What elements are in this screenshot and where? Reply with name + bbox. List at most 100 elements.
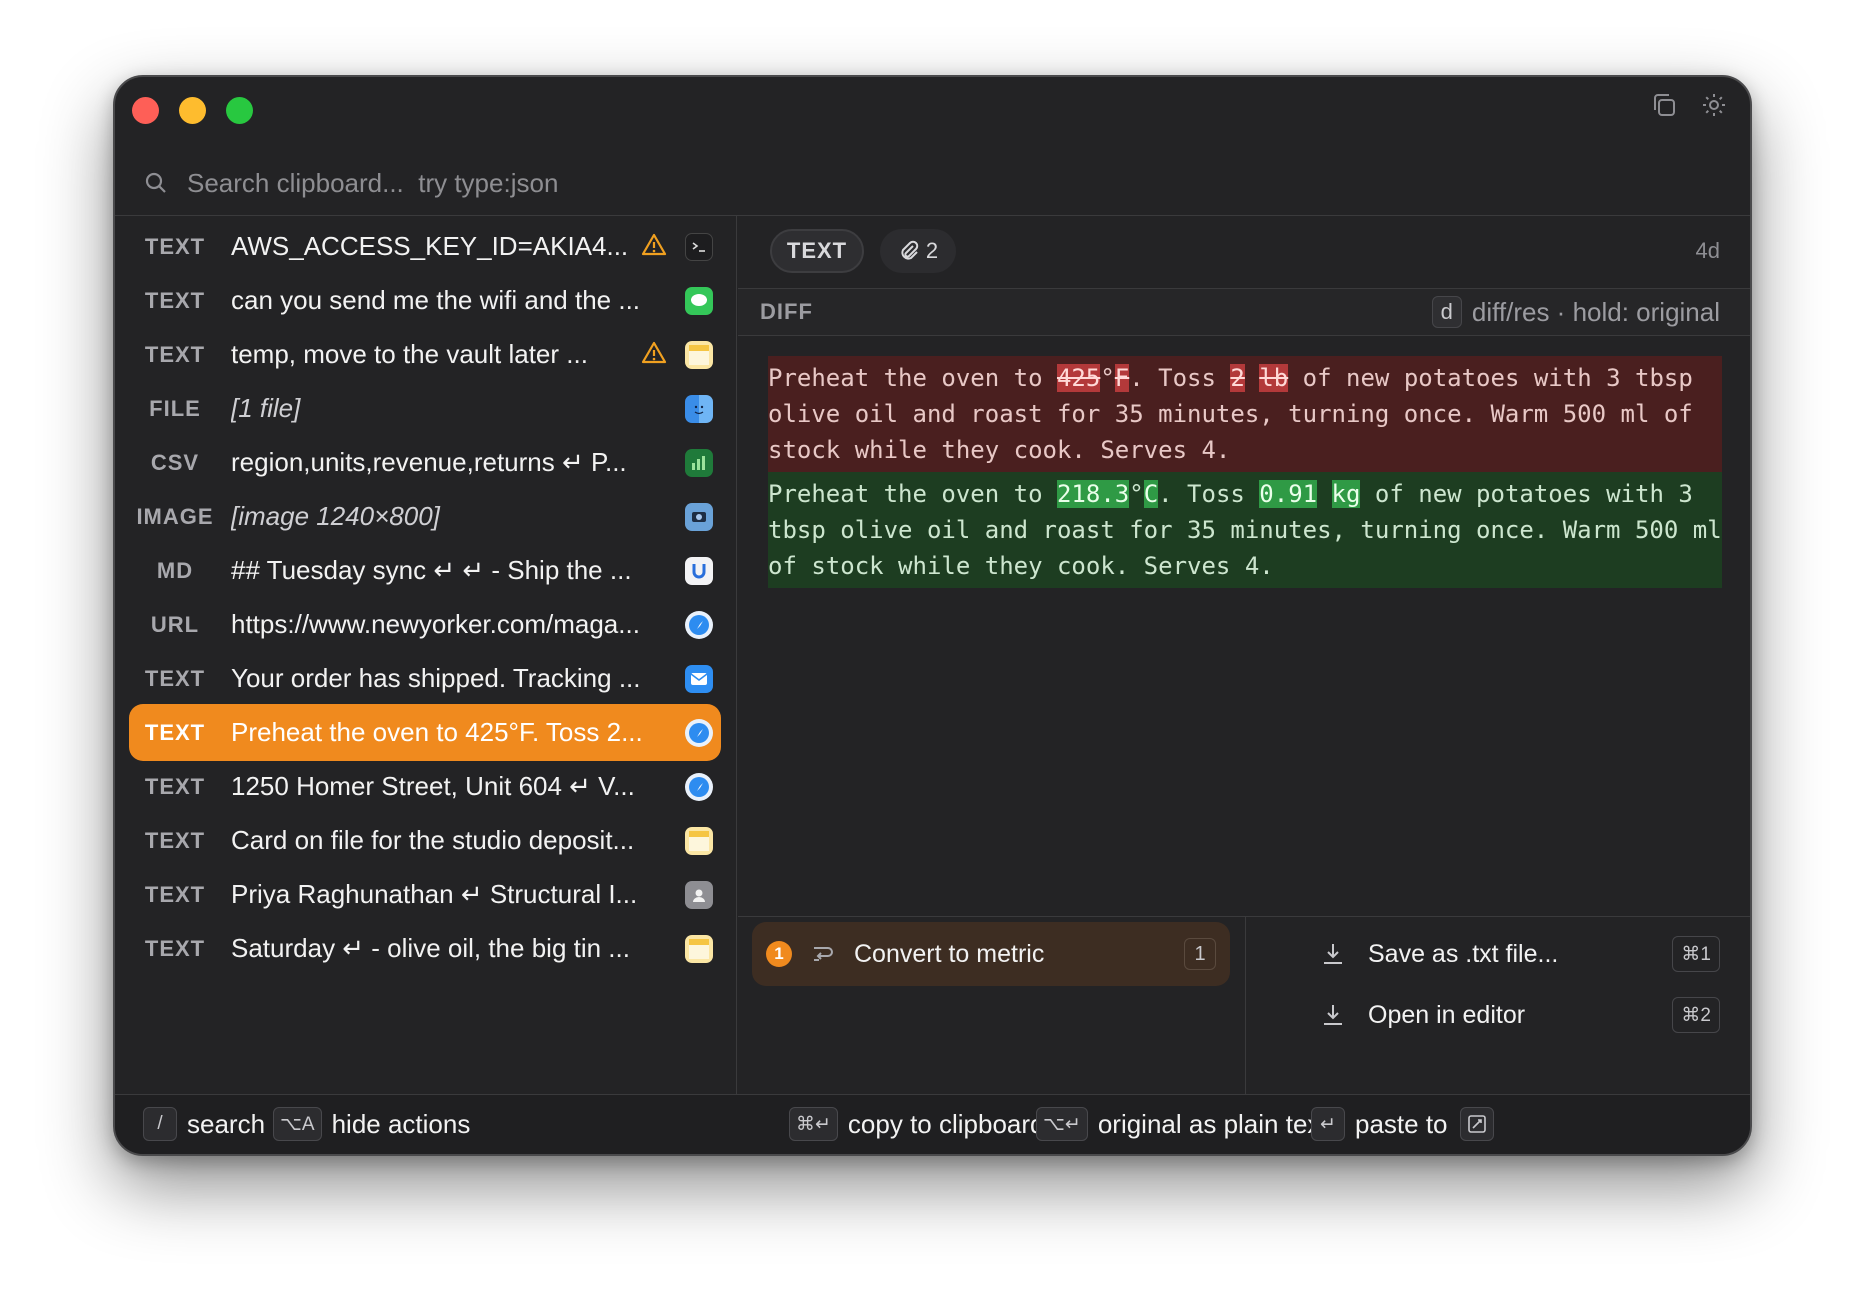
item-preview: Your order has shipped. Tracking ... (231, 663, 641, 693)
item-type: TEXT (144, 719, 206, 745)
safari-icon (685, 611, 713, 639)
clipboard-list: TEXT AWS_ACCESS_KEY_ID=AKIA4... TEXT can… (115, 216, 737, 1096)
shortcut-key: ⌥A (273, 1107, 322, 1141)
warning-icon (641, 341, 667, 364)
notes-icon (685, 827, 713, 855)
list-item[interactable]: CSV region,units,revenue,returns ↵ P... (129, 434, 721, 491)
item-type: TEXT (144, 827, 206, 853)
footer-search-hint[interactable]: / search (143, 1107, 265, 1141)
search-input[interactable] (187, 167, 1087, 199)
diff-view: Preheat the oven to 425°F. Toss 2 lb of … (768, 356, 1722, 588)
footer-hide-actions-hint[interactable]: ⌥A hide actions (273, 1107, 470, 1141)
action-label: Open in editor (1368, 1000, 1526, 1029)
deleted-text: F (1114, 364, 1130, 392)
clipboard-window: TEXT AWS_ACCESS_KEY_ID=AKIA4... TEXT can… (113, 75, 1752, 1156)
divider (738, 916, 1750, 917)
list-item[interactable]: FILE [1 file] (129, 380, 721, 437)
minimize-window-button[interactable] (179, 97, 206, 124)
list-item[interactable]: TEXT 1250 Homer Street, Unit 604 ↵ V... (129, 758, 721, 815)
contacts-icon (685, 881, 713, 909)
open-in-editor-button[interactable]: Open in editor ⌘2 (1320, 990, 1720, 1040)
search-icon (145, 172, 166, 193)
divider (1245, 917, 1246, 1096)
list-item[interactable]: MD ## Tuesday sync ↵ ↵ - Ship the ... (129, 542, 721, 599)
hint-label: original as plain text (1097, 1108, 1328, 1139)
download-icon (1324, 944, 1342, 964)
terminal-icon (685, 233, 713, 261)
finder-icon (685, 395, 713, 423)
zoom-window-button[interactable] (226, 97, 253, 124)
mail-icon (685, 665, 713, 693)
hint-label: paste to (1355, 1108, 1448, 1139)
action-shortcut: 1 (1184, 938, 1216, 970)
item-preview: region,units,revenue,returns ↵ P... (231, 447, 627, 477)
item-preview: [1 file] (231, 393, 301, 423)
inserted-text: 218.3 (1056, 480, 1130, 508)
deleted-text: 425 (1056, 364, 1101, 392)
item-type: TEXT (144, 665, 206, 691)
download-icon (1324, 1005, 1342, 1025)
action-shortcut: ⌘1 (1672, 936, 1720, 972)
attachments-badge[interactable]: 2 (880, 229, 956, 273)
item-type: IMAGE (136, 503, 214, 529)
item-type: TEXT (144, 935, 206, 961)
numbers-icon (685, 449, 713, 477)
list-item[interactable]: URL https://www.newyorker.com/maga... (129, 596, 721, 653)
list-item-selected[interactable]: TEXT Preheat the oven to 425°F. Toss 2..… (129, 704, 721, 761)
action-number: 1 (766, 941, 792, 967)
paperclip-icon (901, 240, 919, 260)
list-item[interactable]: TEXT can you send me the wifi and the ..… (129, 272, 721, 329)
item-type: TEXT (144, 881, 206, 907)
hint-label: copy to clipboard (847, 1108, 1045, 1139)
item-type: TEXT (144, 341, 206, 367)
list-item[interactable]: TEXT Saturday ↵ - olive oil, the big tin… (129, 920, 721, 977)
item-preview: Priya Raghunathan ↵ Structural I... (231, 879, 638, 909)
save-as-txt-button[interactable]: Save as .txt file... ⌘1 (1320, 929, 1720, 979)
diff-hint-text: diff/res · hold: original (1471, 296, 1720, 327)
list-item[interactable]: IMAGE [image 1240×800] (129, 488, 721, 545)
item-type: TEXT (144, 773, 206, 799)
shortcut-key: ↵ (1311, 1107, 1345, 1141)
item-preview: https://www.newyorker.com/maga... (231, 609, 640, 639)
top-toolbar (1650, 91, 1728, 119)
footer-paste-hint[interactable]: ↵ paste to (1311, 1107, 1494, 1141)
item-type: URL (150, 611, 200, 637)
detail-pane: TEXT 2 4d DIFF d diff/res · hold: origin… (738, 216, 1750, 1096)
diff-removed-block: Preheat the oven to 425°F. Toss 2 lb of … (768, 356, 1722, 472)
deleted-text: lb (1259, 364, 1289, 392)
item-preview: ## Tuesday sync ↵ ↵ - Ship the ... (231, 555, 632, 585)
convert-to-metric-button[interactable]: 1 Convert to metric 1 (752, 922, 1230, 986)
gear-icon[interactable] (1700, 91, 1728, 119)
inserted-text: kg (1331, 480, 1361, 508)
messages-icon (685, 287, 713, 315)
hint-label: hide actions (331, 1108, 471, 1139)
safari-icon (685, 773, 713, 801)
item-preview: AWS_ACCESS_KEY_ID=AKIA4... (231, 231, 629, 261)
action-shortcut: ⌘2 (1672, 997, 1720, 1033)
target-app-icon (1459, 1107, 1494, 1141)
item-type: FILE (149, 395, 201, 421)
search-bar (115, 157, 1750, 209)
footer-plain-text-hint[interactable]: ⌥↵ original as plain text (1036, 1107, 1328, 1141)
list-item[interactable]: TEXT temp, move to the vault later ... (129, 326, 721, 383)
traffic-lights (132, 97, 253, 124)
close-window-button[interactable] (132, 97, 159, 124)
diff-added-block: Preheat the oven to 218.3°C. Toss 0.91 k… (768, 472, 1722, 588)
list-item[interactable]: TEXT Priya Raghunathan ↵ Structural I... (129, 866, 721, 923)
shortcut-key: / (143, 1107, 177, 1141)
list-item[interactable]: TEXT AWS_ACCESS_KEY_ID=AKIA4... (129, 218, 721, 275)
footer-copy-hint[interactable]: ⌘↵ copy to clipboard (789, 1107, 1044, 1141)
item-type: TEXT (144, 287, 206, 313)
type-badge[interactable]: TEXT (770, 229, 864, 273)
diff-header: DIFF d diff/res · hold: original (738, 288, 1750, 336)
notes-icon (685, 935, 713, 963)
screenshot-icon (685, 503, 713, 531)
diff-key: d (1431, 296, 1462, 328)
list-item[interactable]: TEXT Card on file for the studio deposit… (129, 812, 721, 869)
diff-hint: d diff/res · hold: original (1431, 296, 1720, 328)
copy-window-icon[interactable] (1650, 91, 1678, 119)
shortcut-key: ⌥↵ (1036, 1107, 1088, 1141)
inserted-text: 0.91 (1259, 480, 1318, 508)
list-item[interactable]: TEXT Your order has shipped. Tracking ..… (129, 650, 721, 707)
item-preview: Card on file for the studio deposit... (231, 825, 635, 855)
